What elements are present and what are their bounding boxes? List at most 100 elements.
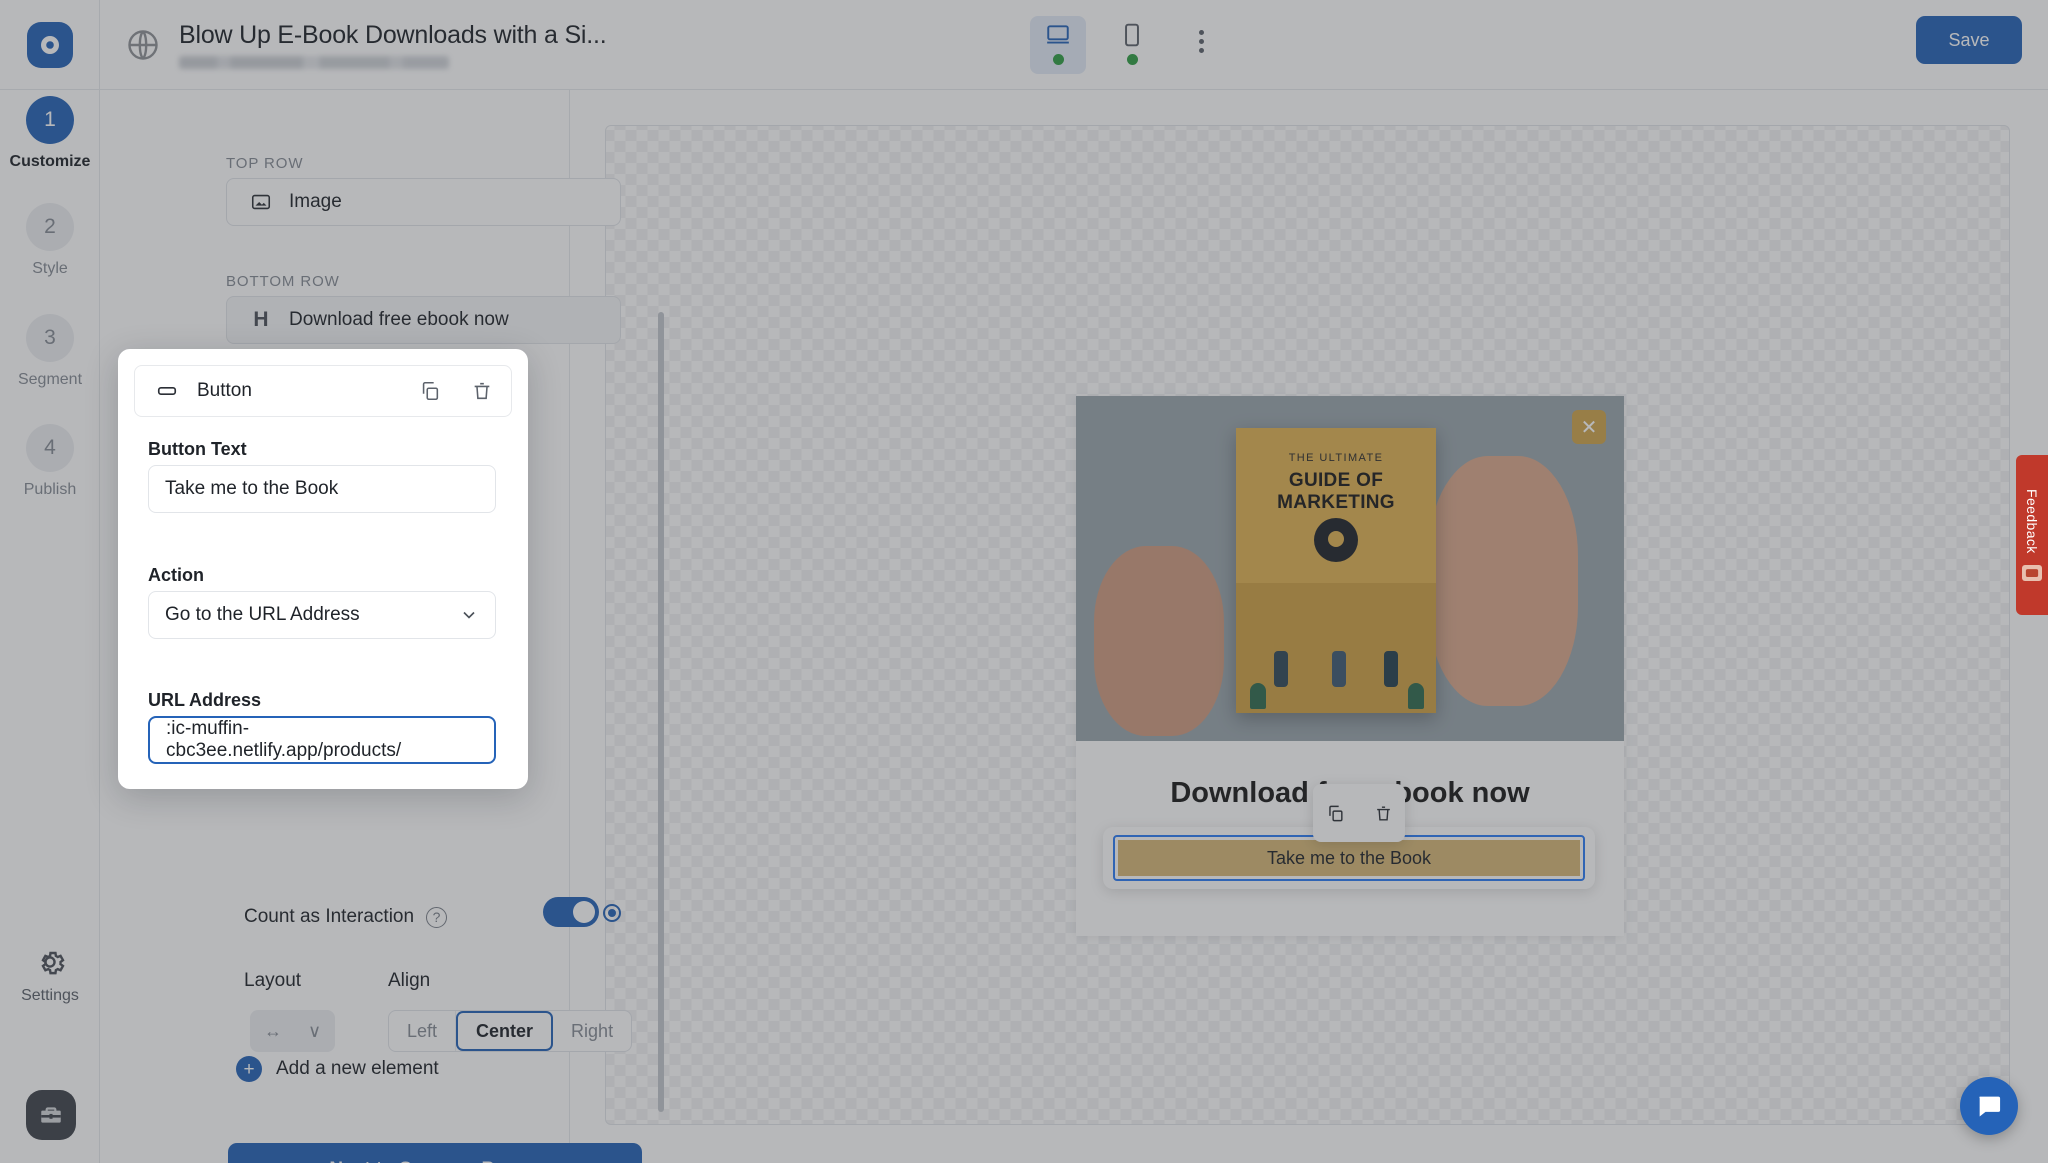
ebook-figure-3 xyxy=(1384,651,1398,687)
ebook-kicker: THE ULTIMATE xyxy=(1288,452,1384,464)
copy-icon[interactable] xyxy=(417,378,443,404)
align-segmented-control[interactable]: Left Center Right xyxy=(388,1010,633,1052)
popup-hero-image[interactable]: THE ULTIMATE GUIDE OF MARKETING ✕ xyxy=(1076,396,1624,741)
sidebar-step-style[interactable]: 2 Style xyxy=(0,203,100,278)
button-element-icon xyxy=(155,380,179,402)
desktop-preview-button[interactable] xyxy=(1030,16,1086,74)
heading-icon: H xyxy=(253,308,269,331)
ebook-illustration xyxy=(1236,583,1436,713)
popup-preview: THE ULTIMATE GUIDE OF MARKETING ✕ Downlo… xyxy=(1076,396,1624,936)
image-icon xyxy=(249,191,273,213)
element-row-heading-label: Download free ebook now xyxy=(289,309,509,330)
panel-scrollbar[interactable] xyxy=(658,312,664,1112)
popover-header[interactable]: Button xyxy=(134,365,512,417)
briefcase-glyph xyxy=(41,1107,61,1123)
mobile-status-dot xyxy=(1126,54,1138,65)
settings-label: Settings xyxy=(21,987,79,1004)
step-3-label: Segment xyxy=(17,371,83,388)
sidebar-step-publish[interactable]: 4 Publish xyxy=(0,424,100,499)
align-label: Align xyxy=(388,970,431,991)
question-mark-icon[interactable]: ? xyxy=(426,906,448,928)
align-option-right[interactable]: Right xyxy=(553,1011,631,1051)
device-preview-switch xyxy=(1030,16,1224,74)
count-as-interaction-label: Count as Interaction xyxy=(244,906,415,927)
ebook-plant-2 xyxy=(1408,683,1424,709)
cta-button[interactable]: Take me to the Book xyxy=(1118,840,1580,876)
url-address-value: :ic-muffin-cbc3ee.netlify.app/products/ xyxy=(166,718,402,761)
url-address-input[interactable]: :ic-muffin-cbc3ee.netlify.app/products/ xyxy=(148,716,496,764)
button-text-value: Take me to the Book xyxy=(165,478,339,499)
action-label: Action xyxy=(148,565,204,585)
popover-actions xyxy=(417,378,495,404)
action-select[interactable]: Go to the URL Address xyxy=(148,591,496,639)
popup-body: Download free ebook now xyxy=(1076,741,1624,936)
mobile-preview-button[interactable] xyxy=(1104,16,1160,74)
count-as-interaction-toggle[interactable] xyxy=(543,897,599,927)
hand-left xyxy=(1094,546,1224,736)
trash-icon[interactable] xyxy=(469,378,495,404)
feedback-icon xyxy=(2022,565,2042,582)
copy-icon[interactable] xyxy=(1322,800,1348,826)
align-option-center[interactable]: Center xyxy=(456,1011,554,1051)
campaign-subtitle-blurred xyxy=(179,55,449,69)
gear-icon xyxy=(41,951,65,975)
desktop-status-dot xyxy=(1052,54,1064,65)
element-row-image-label: Image xyxy=(289,191,342,212)
page-title: Blow Up E-Book Downloads with a Si... xyxy=(179,20,607,49)
element-floating-toolbar xyxy=(1313,784,1405,842)
popupsmart-logo-icon[interactable] xyxy=(26,21,73,68)
step-4-badge: 4 xyxy=(26,424,74,472)
button-settings-popover: Button Button Text Take me to the Book A… xyxy=(118,349,528,789)
add-new-element-label: Add a new element xyxy=(276,1058,439,1079)
globe-icon xyxy=(125,27,161,63)
briefcase-icon[interactable] xyxy=(26,1090,76,1140)
feedback-label: Feedback xyxy=(2024,488,2040,554)
feedback-tab[interactable]: Feedback xyxy=(2016,455,2048,615)
next-to-success-popup-button[interactable]: Next to Success Popup xyxy=(228,1143,642,1163)
top-row-section-title: TOP ROW xyxy=(226,155,304,172)
top-bar: Blow Up E-Book Downloads with a Si... Sa… xyxy=(0,0,2048,90)
canvas-checkerboard: THE ULTIMATE GUIDE OF MARKETING ✕ Downlo… xyxy=(605,125,2010,1125)
count-as-interaction-radio[interactable] xyxy=(603,904,621,922)
plus-circle-icon: + xyxy=(236,1056,262,1082)
step-4-label: Publish xyxy=(23,481,77,498)
sidebar-step-customize[interactable]: 1 Customize xyxy=(0,96,100,171)
close-icon[interactable]: ✕ xyxy=(1572,410,1606,444)
logo-zone xyxy=(0,0,100,90)
element-row-heading[interactable]: H Download free ebook now xyxy=(226,296,621,344)
kebab-menu-icon[interactable] xyxy=(1178,18,1224,64)
sidebar-step-segment[interactable]: 3 Segment xyxy=(0,314,100,389)
save-button[interactable]: Save xyxy=(1916,16,2022,64)
chevron-down-icon: ∨ xyxy=(308,1020,322,1041)
step-1-label: Customize xyxy=(9,153,91,170)
desktop-icon xyxy=(1047,25,1069,44)
step-rail: 1 Customize 2 Style 3 Segment 4 Publish … xyxy=(0,90,100,1163)
align-option-left[interactable]: Left xyxy=(389,1011,457,1051)
title-block: Blow Up E-Book Downloads with a Si... xyxy=(179,21,607,69)
step-2-label: Style xyxy=(32,260,68,277)
mobile-icon xyxy=(1125,23,1139,47)
ebook-plant-1 xyxy=(1250,683,1266,709)
chevron-down-icon xyxy=(459,605,479,625)
bottom-row-section-title: BOTTOM ROW xyxy=(226,273,340,290)
canvas-area: THE ULTIMATE GUIDE OF MARKETING ✕ Downlo… xyxy=(570,90,2048,1163)
element-row-image[interactable]: Image xyxy=(226,178,621,226)
sidebar-item-settings[interactable]: Settings xyxy=(0,945,100,1005)
step-1-badge: 1 xyxy=(26,96,74,144)
button-text-label: Button Text xyxy=(148,439,247,459)
ebook-title: GUIDE OF MARKETING xyxy=(1277,470,1395,513)
trash-icon[interactable] xyxy=(1370,800,1396,826)
button-text-input[interactable]: Take me to the Book xyxy=(148,465,496,513)
chat-bubble-icon[interactable] xyxy=(1960,1077,2018,1135)
ebook-cover: THE ULTIMATE GUIDE OF MARKETING xyxy=(1236,428,1436,713)
url-address-label: URL Address xyxy=(148,690,262,710)
layout-selector[interactable]: ↔ ∨ xyxy=(250,1010,336,1052)
ebook-figure-2 xyxy=(1332,651,1346,687)
step-3-badge: 3 xyxy=(26,314,74,362)
hand-right xyxy=(1428,456,1578,706)
toggle-knob xyxy=(573,901,595,923)
step-2-badge: 2 xyxy=(26,203,74,251)
logo-glyph xyxy=(40,35,59,54)
ebook-logo-icon xyxy=(1314,518,1358,562)
add-new-element-button[interactable]: + Add a new element xyxy=(236,1056,439,1082)
